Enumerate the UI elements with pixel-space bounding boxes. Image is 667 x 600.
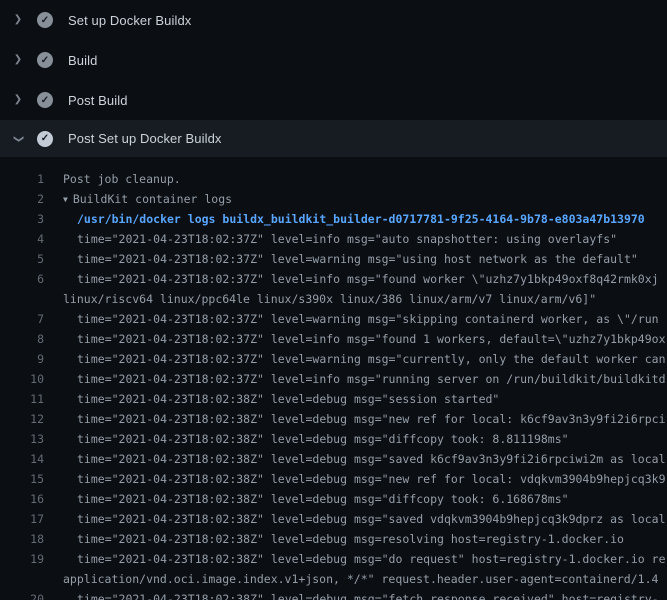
log-line-number[interactable]: 1 <box>0 169 44 189</box>
log-line: linux/riscv64 linux/ppc64le linux/s390x … <box>0 289 667 309</box>
log-line: 13time="2021-04-23T18:02:38Z" level=debu… <box>0 429 667 449</box>
step-label: Post Set up Docker Buildx <box>68 131 222 146</box>
log-line-number[interactable]: 9 <box>0 349 44 369</box>
log-line-number[interactable]: 8 <box>0 329 44 349</box>
log-line: 10time="2021-04-23T18:02:37Z" level=info… <box>0 369 667 389</box>
step-status-check-icon: ✓ <box>37 12 53 28</box>
log-line: 4time="2021-04-23T18:02:37Z" level=info … <box>0 229 667 249</box>
log-line-text: application/vnd.oci.image.index.v1+json,… <box>44 569 658 589</box>
step-status-check-icon: ✓ <box>37 52 53 68</box>
step-status-check-icon: ✓ <box>37 92 53 108</box>
log-line-text: time="2021-04-23T18:02:38Z" level=debug … <box>44 529 624 549</box>
log-line: application/vnd.oci.image.index.v1+json,… <box>0 569 667 589</box>
step-row-post-build[interactable]: ❯ ✓ Post Build <box>0 80 667 120</box>
log-line-number[interactable]: 17 <box>0 509 44 529</box>
command-text: /usr/bin/docker logs buildx_buildkit_bui… <box>44 209 645 229</box>
group-header-text[interactable]: ▼ BuildKit container logs <box>44 189 232 209</box>
log-line-number[interactable]: 15 <box>0 469 44 489</box>
chevron-right-icon[interactable]: ❯ <box>12 15 24 25</box>
log-line-text: time="2021-04-23T18:02:37Z" level=info m… <box>44 229 617 249</box>
log-line: 2 ▼ BuildKit container logs <box>0 189 667 209</box>
log-line-text: time="2021-04-23T18:02:37Z" level=warnin… <box>44 309 659 329</box>
step-label: Set up Docker Buildx <box>68 13 191 28</box>
log-line: 17time="2021-04-23T18:02:38Z" level=debu… <box>0 509 667 529</box>
log-line-number <box>0 569 44 589</box>
log-line-text: time="2021-04-23T18:02:37Z" level=info m… <box>44 369 666 389</box>
group-expand-triangle-icon[interactable]: ▼ <box>63 190 68 209</box>
step-row-build[interactable]: ❯ ✓ Build <box>0 40 667 80</box>
log-line: 20time="2021-04-23T18:02:38Z" level=debu… <box>0 589 667 600</box>
chevron-down-icon[interactable]: ❯ <box>13 133 23 145</box>
step-row-set-up-docker-buildx[interactable]: ❯ ✓ Set up Docker Buildx <box>0 0 667 40</box>
log-line-number <box>0 289 44 309</box>
log-line-text: time="2021-04-23T18:02:37Z" level=warnin… <box>44 349 666 369</box>
log-line-text: time="2021-04-23T18:02:38Z" level=debug … <box>44 449 667 469</box>
step-row-post-set-up-docker-buildx[interactable]: ❯ ✓ Post Set up Docker Buildx <box>0 120 667 157</box>
log-line: 12time="2021-04-23T18:02:38Z" level=debu… <box>0 409 667 429</box>
log-line: 7time="2021-04-23T18:02:37Z" level=warni… <box>0 309 667 329</box>
log-line-number[interactable]: 16 <box>0 489 44 509</box>
log-line-number[interactable]: 5 <box>0 249 44 269</box>
log-line-text: Post job cleanup. <box>44 169 181 189</box>
log-line-number[interactable]: 14 <box>0 449 44 469</box>
log-line-text: time="2021-04-23T18:02:38Z" level=debug … <box>44 549 666 569</box>
log-line-text: time="2021-04-23T18:02:37Z" level=info m… <box>44 269 659 289</box>
log-panel: 1Post job cleanup.2 ▼ BuildKit container l… <box>0 157 667 600</box>
log-line: 3/usr/bin/docker logs buildx_buildkit_bu… <box>0 209 667 229</box>
log-line-number[interactable]: 18 <box>0 529 44 549</box>
log-line-number[interactable]: 7 <box>0 309 44 329</box>
log-line-number[interactable]: 20 <box>0 589 44 600</box>
log-line: 14time="2021-04-23T18:02:38Z" level=debu… <box>0 449 667 469</box>
log-line: 5time="2021-04-23T18:02:37Z" level=warni… <box>0 249 667 269</box>
log-line-text: time="2021-04-23T18:02:37Z" level=warnin… <box>44 249 638 269</box>
log-line-text: time="2021-04-23T18:02:38Z" level=debug … <box>44 389 499 409</box>
group-header-label: BuildKit container logs <box>73 192 232 206</box>
workflow-steps-list: ❯ ✓ Set up Docker Buildx ❯ ✓ Build ❯ ✓ Post Buil… <box>0 0 667 600</box>
log-line-number[interactable]: 3 <box>0 209 44 229</box>
log-line: 15time="2021-04-23T18:02:38Z" level=debu… <box>0 469 667 489</box>
log-line-text: time="2021-04-23T18:02:38Z" level=debug … <box>44 509 667 529</box>
log-line: 11time="2021-04-23T18:02:38Z" level=debu… <box>0 389 667 409</box>
step-status-check-icon: ✓ <box>37 131 53 147</box>
log-line-number[interactable]: 13 <box>0 429 44 449</box>
log-line: 9time="2021-04-23T18:02:37Z" level=warni… <box>0 349 667 369</box>
log-line: 18time="2021-04-23T18:02:38Z" level=debu… <box>0 529 667 549</box>
log-line-text: time="2021-04-23T18:02:38Z" level=debug … <box>44 429 569 449</box>
log-line-number[interactable]: 12 <box>0 409 44 429</box>
step-label: Post Build <box>68 93 128 108</box>
log-line-text: time="2021-04-23T18:02:38Z" level=debug … <box>44 409 666 429</box>
chevron-right-icon[interactable]: ❯ <box>12 55 24 65</box>
chevron-right-icon[interactable]: ❯ <box>12 95 24 105</box>
log-line-text: time="2021-04-23T18:02:37Z" level=info m… <box>44 329 666 349</box>
workflow-log-viewer: ❯ ✓ Set up Docker Buildx ❯ ✓ Build ❯ ✓ Post Buil… <box>0 0 667 600</box>
log-line-number[interactable]: 11 <box>0 389 44 409</box>
log-line-text: linux/riscv64 linux/ppc64le linux/s390x … <box>44 289 596 309</box>
log-line-text: time="2021-04-23T18:02:38Z" level=debug … <box>44 589 659 600</box>
step-label: Build <box>68 53 97 68</box>
log-line-number[interactable]: 19 <box>0 549 44 569</box>
log-line: 1Post job cleanup. <box>0 169 667 189</box>
log-line-text: time="2021-04-23T18:02:38Z" level=debug … <box>44 469 666 489</box>
log-line: 8time="2021-04-23T18:02:37Z" level=info … <box>0 329 667 349</box>
log-line-number[interactable]: 10 <box>0 369 44 389</box>
log-line: 19time="2021-04-23T18:02:38Z" level=debu… <box>0 549 667 569</box>
log-line-text: time="2021-04-23T18:02:38Z" level=debug … <box>44 489 569 509</box>
log-line: 6time="2021-04-23T18:02:37Z" level=info … <box>0 269 667 289</box>
log-line-number[interactable]: 4 <box>0 229 44 249</box>
log-line-number[interactable]: 6 <box>0 269 44 289</box>
log-line-number[interactable]: 2 <box>0 189 44 209</box>
log-line: 16time="2021-04-23T18:02:38Z" level=debu… <box>0 489 667 509</box>
